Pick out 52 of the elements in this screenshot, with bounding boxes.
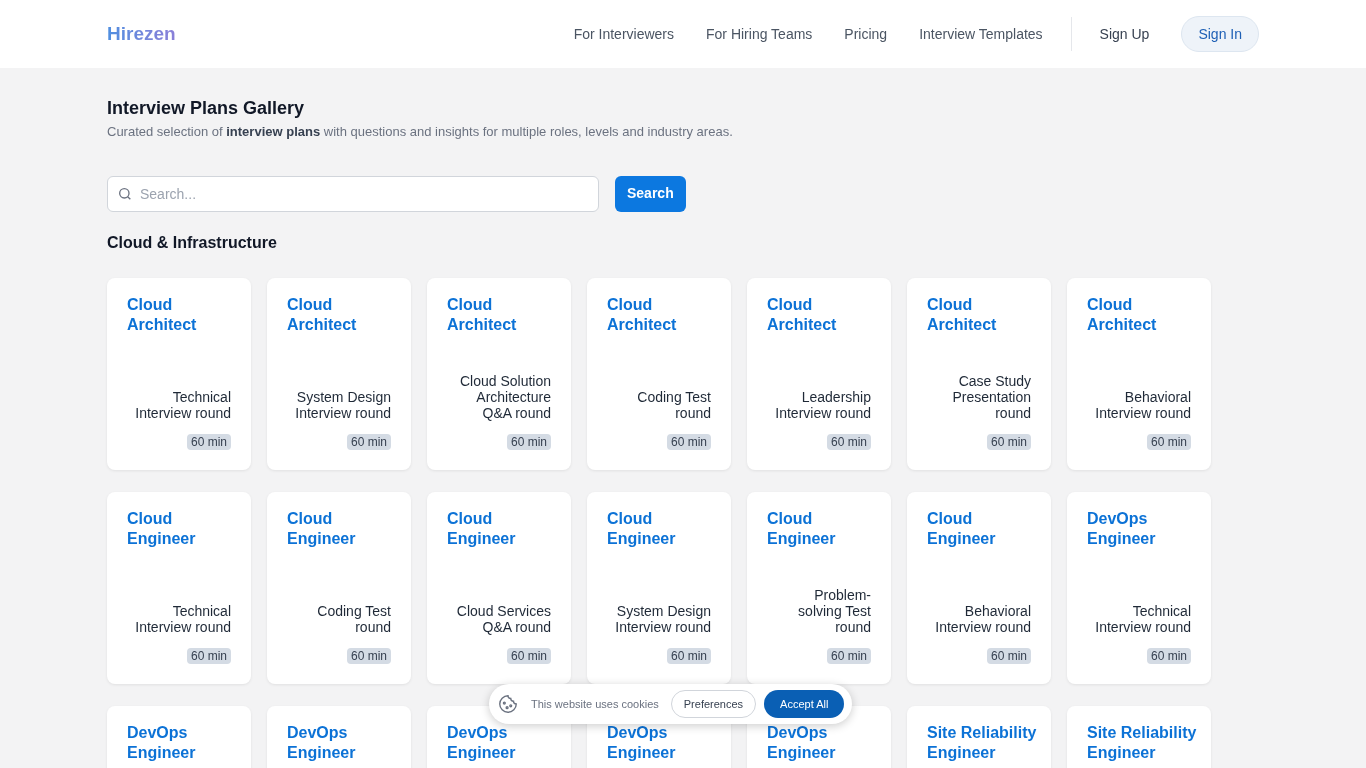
card-title: Cloud Architect [927, 294, 998, 335]
round-name: Coding Test round [316, 602, 391, 635]
duration-badge: 60 min [986, 433, 1031, 450]
round-name: System Design Interview round [614, 602, 711, 635]
card-title: Cloud Architect [287, 294, 358, 335]
card-title: Cloud Engineer [287, 508, 357, 549]
page-title: Interview Plans Gallery [107, 98, 306, 118]
section-heading: Cloud & Infrastructure [107, 232, 278, 253]
card-title: DevOps Engineer [767, 722, 837, 763]
round-name: Behavioral Interview round [934, 602, 1031, 635]
duration-badge: 60 min [346, 647, 391, 664]
card-title: Cloud Engineer [607, 508, 677, 549]
duration-badge: 60 min [186, 433, 231, 450]
duration-badge: 60 min [826, 433, 871, 450]
round-name: Leadership Interview round [774, 388, 871, 421]
round-name: Technical Interview round [1094, 602, 1191, 635]
round-name: Coding Test round [636, 388, 711, 421]
card-title: Cloud Architect [447, 294, 518, 335]
card-title: Cloud Architect [607, 294, 678, 335]
duration-badge: 60 min [986, 647, 1031, 664]
duration-badge: 60 min [506, 433, 551, 450]
round-name: Case Study Presentation round [951, 372, 1031, 421]
card-title: DevOps Engineer [607, 722, 677, 763]
duration-badge: 60 min [186, 647, 231, 664]
round-name: Cloud Solution Architecture Q&A round [458, 372, 551, 421]
duration-badge: 60 min [1146, 433, 1191, 450]
round-name: Technical Interview round [134, 388, 231, 421]
duration-badge: 60 min [666, 647, 711, 664]
duration-badge: 60 min [666, 433, 711, 450]
card-title: Cloud Architect [1087, 294, 1158, 335]
duration-badge: 60 min [346, 433, 391, 450]
duration-badge: 60 min [826, 647, 871, 664]
card-title: Cloud Engineer [767, 508, 837, 549]
card-title: Site Reliability Engineer [1087, 722, 1198, 763]
round-name: Cloud Services Q&A round [455, 602, 551, 635]
card-title: DevOps Engineer [447, 722, 517, 763]
round-name: Behavioral Interview round [1094, 388, 1191, 421]
card-title: Site Reliability Engineer [927, 722, 1038, 763]
page-subtitle: Curated selection of interview plans with questions and insights for multiple roles, levels and industry areas. [107, 123, 734, 141]
card-title: Cloud Engineer [127, 508, 197, 549]
round-name: System Design Interview round [294, 388, 391, 421]
duration-badge: 60 min [1146, 647, 1191, 664]
card-title: Cloud Engineer [927, 508, 997, 549]
card-title: DevOps Engineer [127, 722, 197, 763]
card-title: Cloud Engineer [447, 508, 517, 549]
card-title: DevOps Engineer [287, 722, 357, 763]
duration-badge: 60 min [506, 647, 551, 664]
card-title: Cloud Architect [767, 294, 838, 335]
round-name: Technical Interview round [134, 602, 231, 635]
card-title: DevOps Engineer [1087, 508, 1157, 549]
round-name: Problem-solving Test round [797, 586, 871, 635]
card-title: Cloud Architect [127, 294, 198, 335]
